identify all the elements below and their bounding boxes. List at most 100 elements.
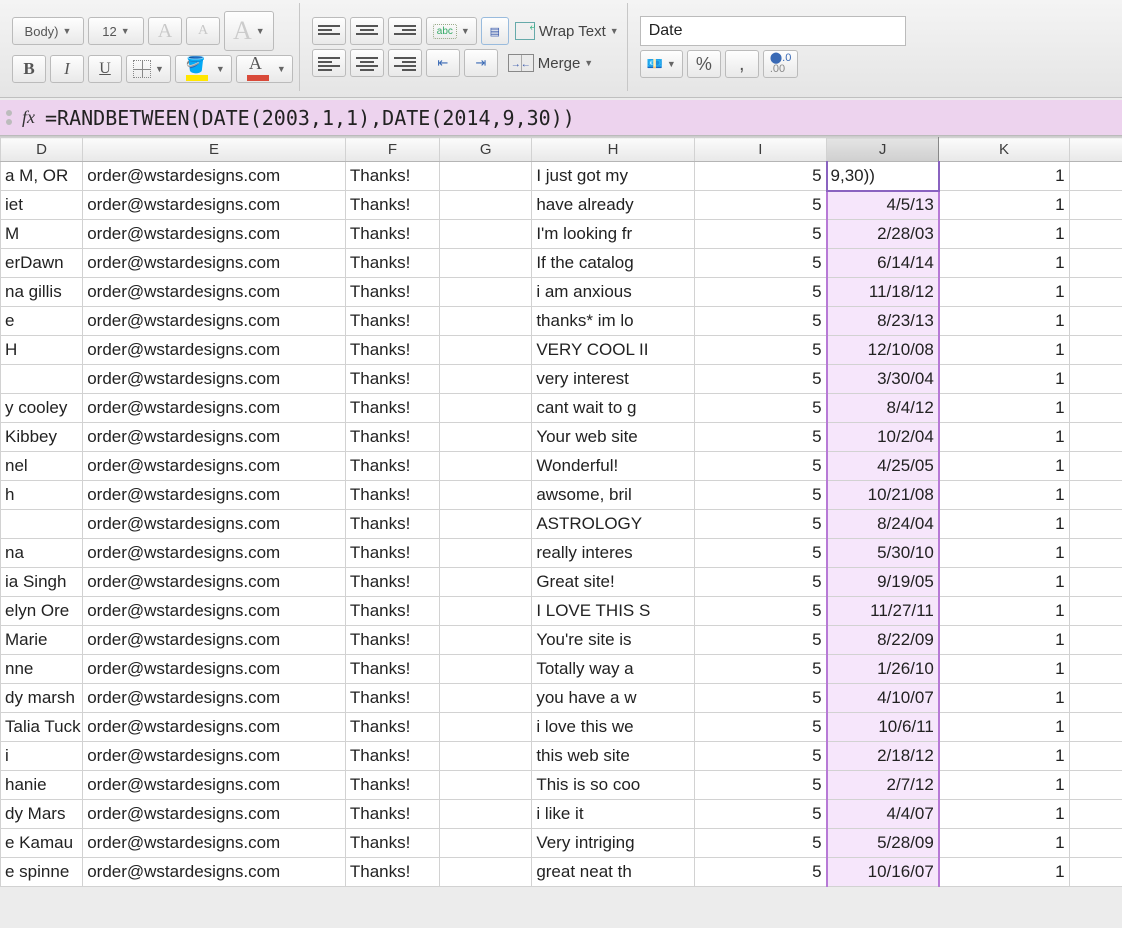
comma-button[interactable]: , [725, 50, 759, 78]
cell-E[interactable]: order@wstardesigns.com [83, 684, 346, 713]
cell-K[interactable]: 1 [939, 829, 1069, 858]
cell-H[interactable]: really interes [532, 539, 694, 568]
number-format-combo[interactable]: Date [640, 16, 906, 46]
cell-D[interactable]: y cooley [1, 394, 83, 423]
cell-F[interactable]: Thanks! [345, 365, 439, 394]
align-right-button[interactable] [388, 49, 422, 77]
column-header-H[interactable]: H [532, 138, 694, 162]
cell-K[interactable]: 1 [939, 220, 1069, 249]
cell-E[interactable]: order@wstardesigns.com [83, 597, 346, 626]
cell-J[interactable]: 4/4/07 [827, 800, 939, 829]
cell-L[interactable] [1069, 684, 1122, 713]
shrink-font-button[interactable]: A [186, 17, 220, 45]
cell-G[interactable] [440, 771, 532, 800]
cell-G[interactable] [440, 307, 532, 336]
align-left-button[interactable] [312, 49, 346, 77]
cell-D[interactable]: H [1, 336, 83, 365]
merge-button[interactable]: →← Merge ▼ [502, 49, 599, 77]
cell-J[interactable]: 11/18/12 [827, 278, 939, 307]
cell-D[interactable]: elyn Ore [1, 597, 83, 626]
cell-F[interactable]: Thanks! [345, 307, 439, 336]
align-center-button[interactable] [350, 49, 384, 77]
cell-K[interactable]: 1 [939, 336, 1069, 365]
cell-E[interactable]: order@wstardesigns.com [83, 742, 346, 771]
cell-H[interactable]: If the catalog [532, 249, 694, 278]
cell-D[interactable]: ia Singh [1, 568, 83, 597]
cell-D[interactable]: na gillis [1, 278, 83, 307]
cell-H[interactable]: have already [532, 191, 694, 220]
cell-F[interactable]: Thanks! [345, 800, 439, 829]
formula-bar-handle[interactable] [6, 108, 14, 128]
percent-button[interactable]: % [687, 50, 721, 78]
cell-H[interactable]: VERY COOL II [532, 336, 694, 365]
cell-J[interactable]: 2/28/03 [827, 220, 939, 249]
cell-F[interactable]: Thanks! [345, 597, 439, 626]
cell-E[interactable]: order@wstardesigns.com [83, 394, 346, 423]
cell-F[interactable]: Thanks! [345, 510, 439, 539]
cell-L[interactable] [1069, 278, 1122, 307]
cell-J[interactable]: 5/28/09 [827, 829, 939, 858]
cell-K[interactable]: 1 [939, 568, 1069, 597]
cell-H[interactable]: You're site is [532, 626, 694, 655]
cell-I[interactable]: 5 [694, 307, 826, 336]
cell-L[interactable] [1069, 597, 1122, 626]
column-header-F[interactable]: F [345, 138, 439, 162]
cell-D[interactable]: Marie [1, 626, 83, 655]
font-size-combo[interactable]: 12 ▼ [88, 17, 144, 45]
cell-G[interactable] [440, 626, 532, 655]
cell-D[interactable]: hanie [1, 771, 83, 800]
cell-L[interactable] [1069, 191, 1122, 220]
cell-H[interactable]: cant wait to g [532, 394, 694, 423]
cell-J[interactable]: 11/27/11 [827, 597, 939, 626]
cell-I[interactable]: 5 [694, 191, 826, 220]
cell-E[interactable]: order@wstardesigns.com [83, 568, 346, 597]
cell-J[interactable]: 5/30/10 [827, 539, 939, 568]
cell-E[interactable]: order@wstardesigns.com [83, 713, 346, 742]
font-color-button[interactable]: A ▼ [236, 55, 293, 83]
cell-G[interactable] [440, 742, 532, 771]
formula-input[interactable] [43, 105, 1116, 131]
column-header-D[interactable]: D [1, 138, 83, 162]
cell-E[interactable]: order@wstardesigns.com [83, 829, 346, 858]
cell-J[interactable]: 8/24/04 [827, 510, 939, 539]
cell-I[interactable]: 5 [694, 858, 826, 887]
cell-L[interactable] [1069, 220, 1122, 249]
cell-D[interactable]: nel [1, 452, 83, 481]
cell-J[interactable]: 9,30)) [827, 162, 939, 191]
cell-G[interactable] [440, 278, 532, 307]
column-header-L[interactable]: L [1069, 138, 1122, 162]
cell-K[interactable]: 1 [939, 394, 1069, 423]
cell-H[interactable]: i love this we [532, 713, 694, 742]
cell-J[interactable]: 9/19/05 [827, 568, 939, 597]
cell-K[interactable]: 1 [939, 800, 1069, 829]
cell-J[interactable]: 10/16/07 [827, 858, 939, 887]
cell-J[interactable]: 10/21/08 [827, 481, 939, 510]
cell-K[interactable]: 1 [939, 191, 1069, 220]
cell-F[interactable]: Thanks! [345, 684, 439, 713]
cell-D[interactable]: dy Mars [1, 800, 83, 829]
cell-F[interactable]: Thanks! [345, 162, 439, 191]
cell-K[interactable]: 1 [939, 365, 1069, 394]
cell-E[interactable]: order@wstardesigns.com [83, 655, 346, 684]
cell-F[interactable]: Thanks! [345, 191, 439, 220]
cell-F[interactable]: Thanks! [345, 220, 439, 249]
cell-I[interactable]: 5 [694, 394, 826, 423]
cell-G[interactable] [440, 713, 532, 742]
cell-F[interactable]: Thanks! [345, 394, 439, 423]
cell-D[interactable]: i [1, 742, 83, 771]
cell-E[interactable]: order@wstardesigns.com [83, 191, 346, 220]
cell-J[interactable]: 4/25/05 [827, 452, 939, 481]
cell-J[interactable]: 8/22/09 [827, 626, 939, 655]
cell-G[interactable] [440, 655, 532, 684]
cell-K[interactable]: 1 [939, 481, 1069, 510]
cell-G[interactable] [440, 481, 532, 510]
font-style-gallery-button[interactable]: A ▼ [224, 11, 274, 51]
cell-K[interactable]: 1 [939, 249, 1069, 278]
cell-H[interactable]: Totally way a [532, 655, 694, 684]
cell-J[interactable]: 1/26/10 [827, 655, 939, 684]
cell-J[interactable]: 8/4/12 [827, 394, 939, 423]
cell-G[interactable] [440, 336, 532, 365]
cell-I[interactable]: 5 [694, 597, 826, 626]
cell-E[interactable]: order@wstardesigns.com [83, 800, 346, 829]
cell-L[interactable] [1069, 713, 1122, 742]
